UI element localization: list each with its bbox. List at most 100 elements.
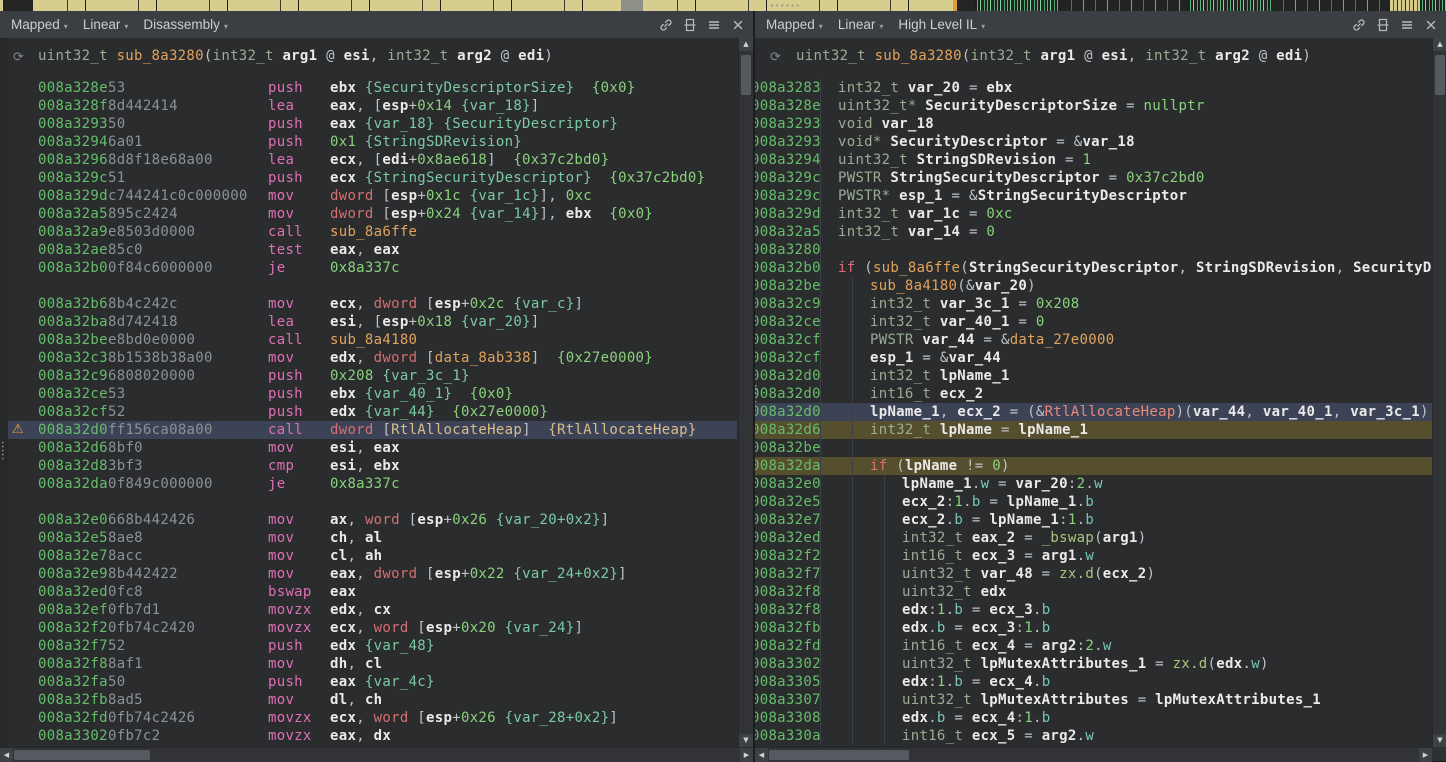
scroll-left-arrow-icon[interactable]: ◀ (0, 748, 13, 762)
disasm-row[interactable]: 008a32ba8d742418leaesi, [esp+0x18 {var_2… (8, 313, 737, 331)
scroll-right-arrow-icon[interactable]: ▶ (740, 748, 753, 762)
scroll-right-arrow-icon[interactable]: ▶ (1419, 748, 1432, 762)
feature-map-segment[interactable] (957, 0, 975, 11)
hlil-row[interactable]: 008a3293void* SecurityDescriptor = &var_… (755, 133, 1432, 151)
close-icon[interactable] (729, 16, 746, 33)
hlil-row[interactable]: 008a329dint32_t var_1c = 0xc (755, 205, 1432, 223)
feature-map[interactable] (0, 0, 1446, 11)
layout-dropdown[interactable]: Linear▾ (83, 17, 129, 32)
hlil-row[interactable]: 008a32cfesp_1 = &var_44 (755, 349, 1432, 367)
disasm-row[interactable]: 008a32cf52pushedx {var_44} {0x27e0000} (8, 403, 737, 421)
function-signature[interactable]: ⟳ uint32_t sub_8a3280(int32_t arg1 @ esi… (755, 47, 807, 66)
link-icon[interactable] (1350, 16, 1367, 33)
feature-map-segment[interactable] (975, 0, 1060, 11)
disasm-row[interactable]: ⚠008a32d0ff156ca08a00calldword [RtlAlloc… (8, 421, 737, 439)
close-icon[interactable] (1422, 16, 1439, 33)
disasm-row[interactable]: 008a32c38b1538b38a00movedx, dword [data_… (8, 349, 737, 367)
disasm-row[interactable]: 008a32ae85c0testeax, eax (8, 241, 737, 259)
hlil-row[interactable]: 008a3294uint32_t StringSDRevision = 1 (755, 151, 1432, 169)
hlil-row[interactable]: 008a32edint32_t eax_2 = _bswap(arg1) (755, 529, 1432, 547)
left-vertical-scrollbar[interactable]: ▲ ▼ (738, 38, 753, 747)
disasm-row[interactable]: 008a32a9e8503d0000callsub_8a6ffe (8, 223, 737, 241)
hlil-row[interactable]: 008a32fdint16_t ecx_4 = arg2:2.w (755, 637, 1432, 655)
disasm-row[interactable]: 008a328e53pushebx {SecurityDescriptorSiz… (8, 79, 737, 97)
feature-map-segment[interactable] (1420, 0, 1446, 11)
disasm-row[interactable]: 008a32b00f84c6000000je0x8a337c (8, 259, 737, 277)
link-icon[interactable] (657, 16, 674, 33)
scroll-up-arrow-icon[interactable]: ▲ (739, 38, 753, 51)
scrollbar-thumb[interactable] (14, 750, 150, 760)
hlil-row[interactable]: 008a3305edx:1.b = ecx_4.b (755, 673, 1432, 691)
feature-map-segment[interactable] (3, 0, 33, 11)
disasm-row[interactable]: 008a32c96808020000push0x208 {var_3c_1} (8, 367, 737, 385)
disasm-row[interactable]: 008a32fa50pusheax {var_4c} (8, 673, 737, 691)
splitter-grip-dots[interactable]: •••••• (770, 5, 788, 8)
hlil-row[interactable]: 008a32f8uint32_t edx (755, 583, 1432, 601)
layout-dropdown[interactable]: Linear▾ (838, 17, 884, 32)
disasm-row[interactable]: 008a32946a01push0x1 {StringSDRevision} (8, 133, 737, 151)
disasm-row[interactable]: 008a32da0f849c000000je0x8a337c (8, 475, 737, 493)
hlil-row[interactable]: 008a32cfPWSTR var_44 = &data_27e0000 (755, 331, 1432, 349)
hlil-row[interactable]: 008a328euint32_t* SecurityDescriptorSize… (755, 97, 1432, 115)
hlil-row[interactable]: 008a3280 (755, 241, 1432, 259)
hlil-row[interactable]: 008a32e0lpName_1.w = var_20:2.w (755, 475, 1432, 493)
hlil-row[interactable]: 008a32f8edx:1.b = ecx_3.b (755, 601, 1432, 619)
hlil-row[interactable]: 008a32c9int32_t var_3c_1 = 0x208 (755, 295, 1432, 313)
hlil-view[interactable]: ⟳ uint32_t sub_8a3280(int32_t arg1 @ esi… (755, 38, 1446, 747)
scrollbar-thumb[interactable] (769, 750, 909, 760)
hlil-row[interactable]: 008a3283int32_t var_20 = ebx (755, 79, 1432, 97)
feature-map-segment[interactable] (33, 0, 621, 11)
scrollbar-thumb[interactable] (741, 55, 751, 95)
disasm-row[interactable]: 008a32a5895c2424movdword [esp+0x24 {var_… (8, 205, 737, 223)
collapse-function-icon[interactable]: ⟳ (770, 48, 781, 67)
split-view-icon[interactable] (681, 16, 698, 33)
disasm-row[interactable]: 008a32f752pushedx {var_48} (8, 637, 737, 655)
hlil-row[interactable]: 008a32fbedx.b = ecx_3:1.b (755, 619, 1432, 637)
disasm-row[interactable]: 008a32e98b442422moveax, dword [esp+0x22 … (8, 565, 737, 583)
hlil-row[interactable]: 008a3302uint32_t lpMutexAttributes_1 = z… (755, 655, 1432, 673)
disasm-row[interactable]: 008a32968d8f18e68a00leaecx, [edi+0x8ae61… (8, 151, 737, 169)
disasm-row[interactable]: 008a328f8d442414leaeax, [esp+0x14 {var_1… (8, 97, 737, 115)
disasm-row[interactable]: 008a32e78accmovcl, ah (8, 547, 737, 565)
hlil-row[interactable]: 008a32f7uint32_t var_48 = zx.d(ecx_2) (755, 565, 1432, 583)
scroll-down-arrow-icon[interactable]: ▼ (739, 734, 753, 747)
menu-icon[interactable] (705, 16, 722, 33)
disasm-row[interactable]: 008a32ed0fc8bswapeax (8, 583, 737, 601)
function-signature[interactable]: ⟳ uint32_t sub_8a3280(int32_t arg1 @ esi… (0, 47, 52, 66)
hlil-row[interactable]: 008a32a5int32_t var_14 = 0 (755, 223, 1432, 241)
hlil-row[interactable]: 008a32d6int32_t lpName = lpName_1 (755, 421, 1432, 439)
hlil-row[interactable]: 008a32besub_8a4180(&var_20) (755, 277, 1432, 295)
scroll-down-arrow-icon[interactable]: ▼ (1433, 734, 1446, 747)
hlil-row[interactable]: 008a32e7ecx_2.b = lpName_1:1.b (755, 511, 1432, 529)
hlil-row[interactable]: 008a3307uint32_t lpMutexAttributes = lpM… (755, 691, 1432, 709)
hlil-row[interactable]: 008a32d0int32_t lpName_1 (755, 367, 1432, 385)
pane-splitter-grip-dots[interactable]: ••••• (754, 385, 758, 405)
right-horizontal-scrollbar[interactable]: ◀ ▶ (755, 747, 1432, 762)
disasm-row[interactable]: 008a32d68bf0movesi, eax (8, 439, 737, 457)
disasm-row[interactable]: 008a329c51pushecx {StringSecurityDescrip… (8, 169, 737, 187)
disasm-row[interactable]: 008a32e58ae8movch, al (8, 529, 737, 547)
disasm-row[interactable]: 008a329dc744241c0c000000movdword [esp+0x… (8, 187, 737, 205)
feature-map-segment[interactable] (1390, 0, 1420, 11)
hlil-row[interactable]: 008a32d0int16_t ecx_2 (755, 385, 1432, 403)
disasm-row[interactable]: 008a32b68b4c242cmovecx, dword [esp+0x2c … (8, 295, 737, 313)
feature-map-segment[interactable] (621, 0, 643, 11)
hlil-row[interactable]: 008a32b0if (sub_8a6ffe(StringSecurityDes… (755, 259, 1432, 277)
collapse-function-icon[interactable]: ⟳ (13, 48, 24, 67)
split-view-icon[interactable] (1374, 16, 1391, 33)
dock-grip-dots[interactable]: ••••• (1, 442, 5, 462)
right-vertical-scrollbar[interactable]: ▲ ▼ (1432, 38, 1446, 747)
hlil-row[interactable]: 008a3293void var_18 (755, 115, 1432, 133)
hlil-row[interactable]: 008a32e5ecx_2:1.b = lpName_1.b (755, 493, 1432, 511)
disasm-row[interactable]: 008a32f20fb74c2420movzxecx, word [esp+0x… (8, 619, 737, 637)
hlil-row[interactable]: 008a32f2int16_t ecx_3 = arg1.w (755, 547, 1432, 565)
hlil-row[interactable]: 008a330aint16_t ecx_5 = arg2.w (755, 727, 1432, 745)
view-mode-dropdown[interactable]: Mapped▾ (766, 17, 823, 32)
left-horizontal-scrollbar[interactable]: ◀ ▶ (0, 747, 753, 762)
hlil-row[interactable]: 008a3308edx.b = ecx_4:1.b (755, 709, 1432, 727)
scroll-left-arrow-icon[interactable]: ◀ (755, 748, 768, 762)
feature-map-segment[interactable] (1272, 0, 1390, 11)
feature-map-segment[interactable] (1188, 0, 1272, 11)
menu-icon[interactable] (1398, 16, 1415, 33)
view-mode-dropdown[interactable]: Mapped▾ (11, 17, 68, 32)
